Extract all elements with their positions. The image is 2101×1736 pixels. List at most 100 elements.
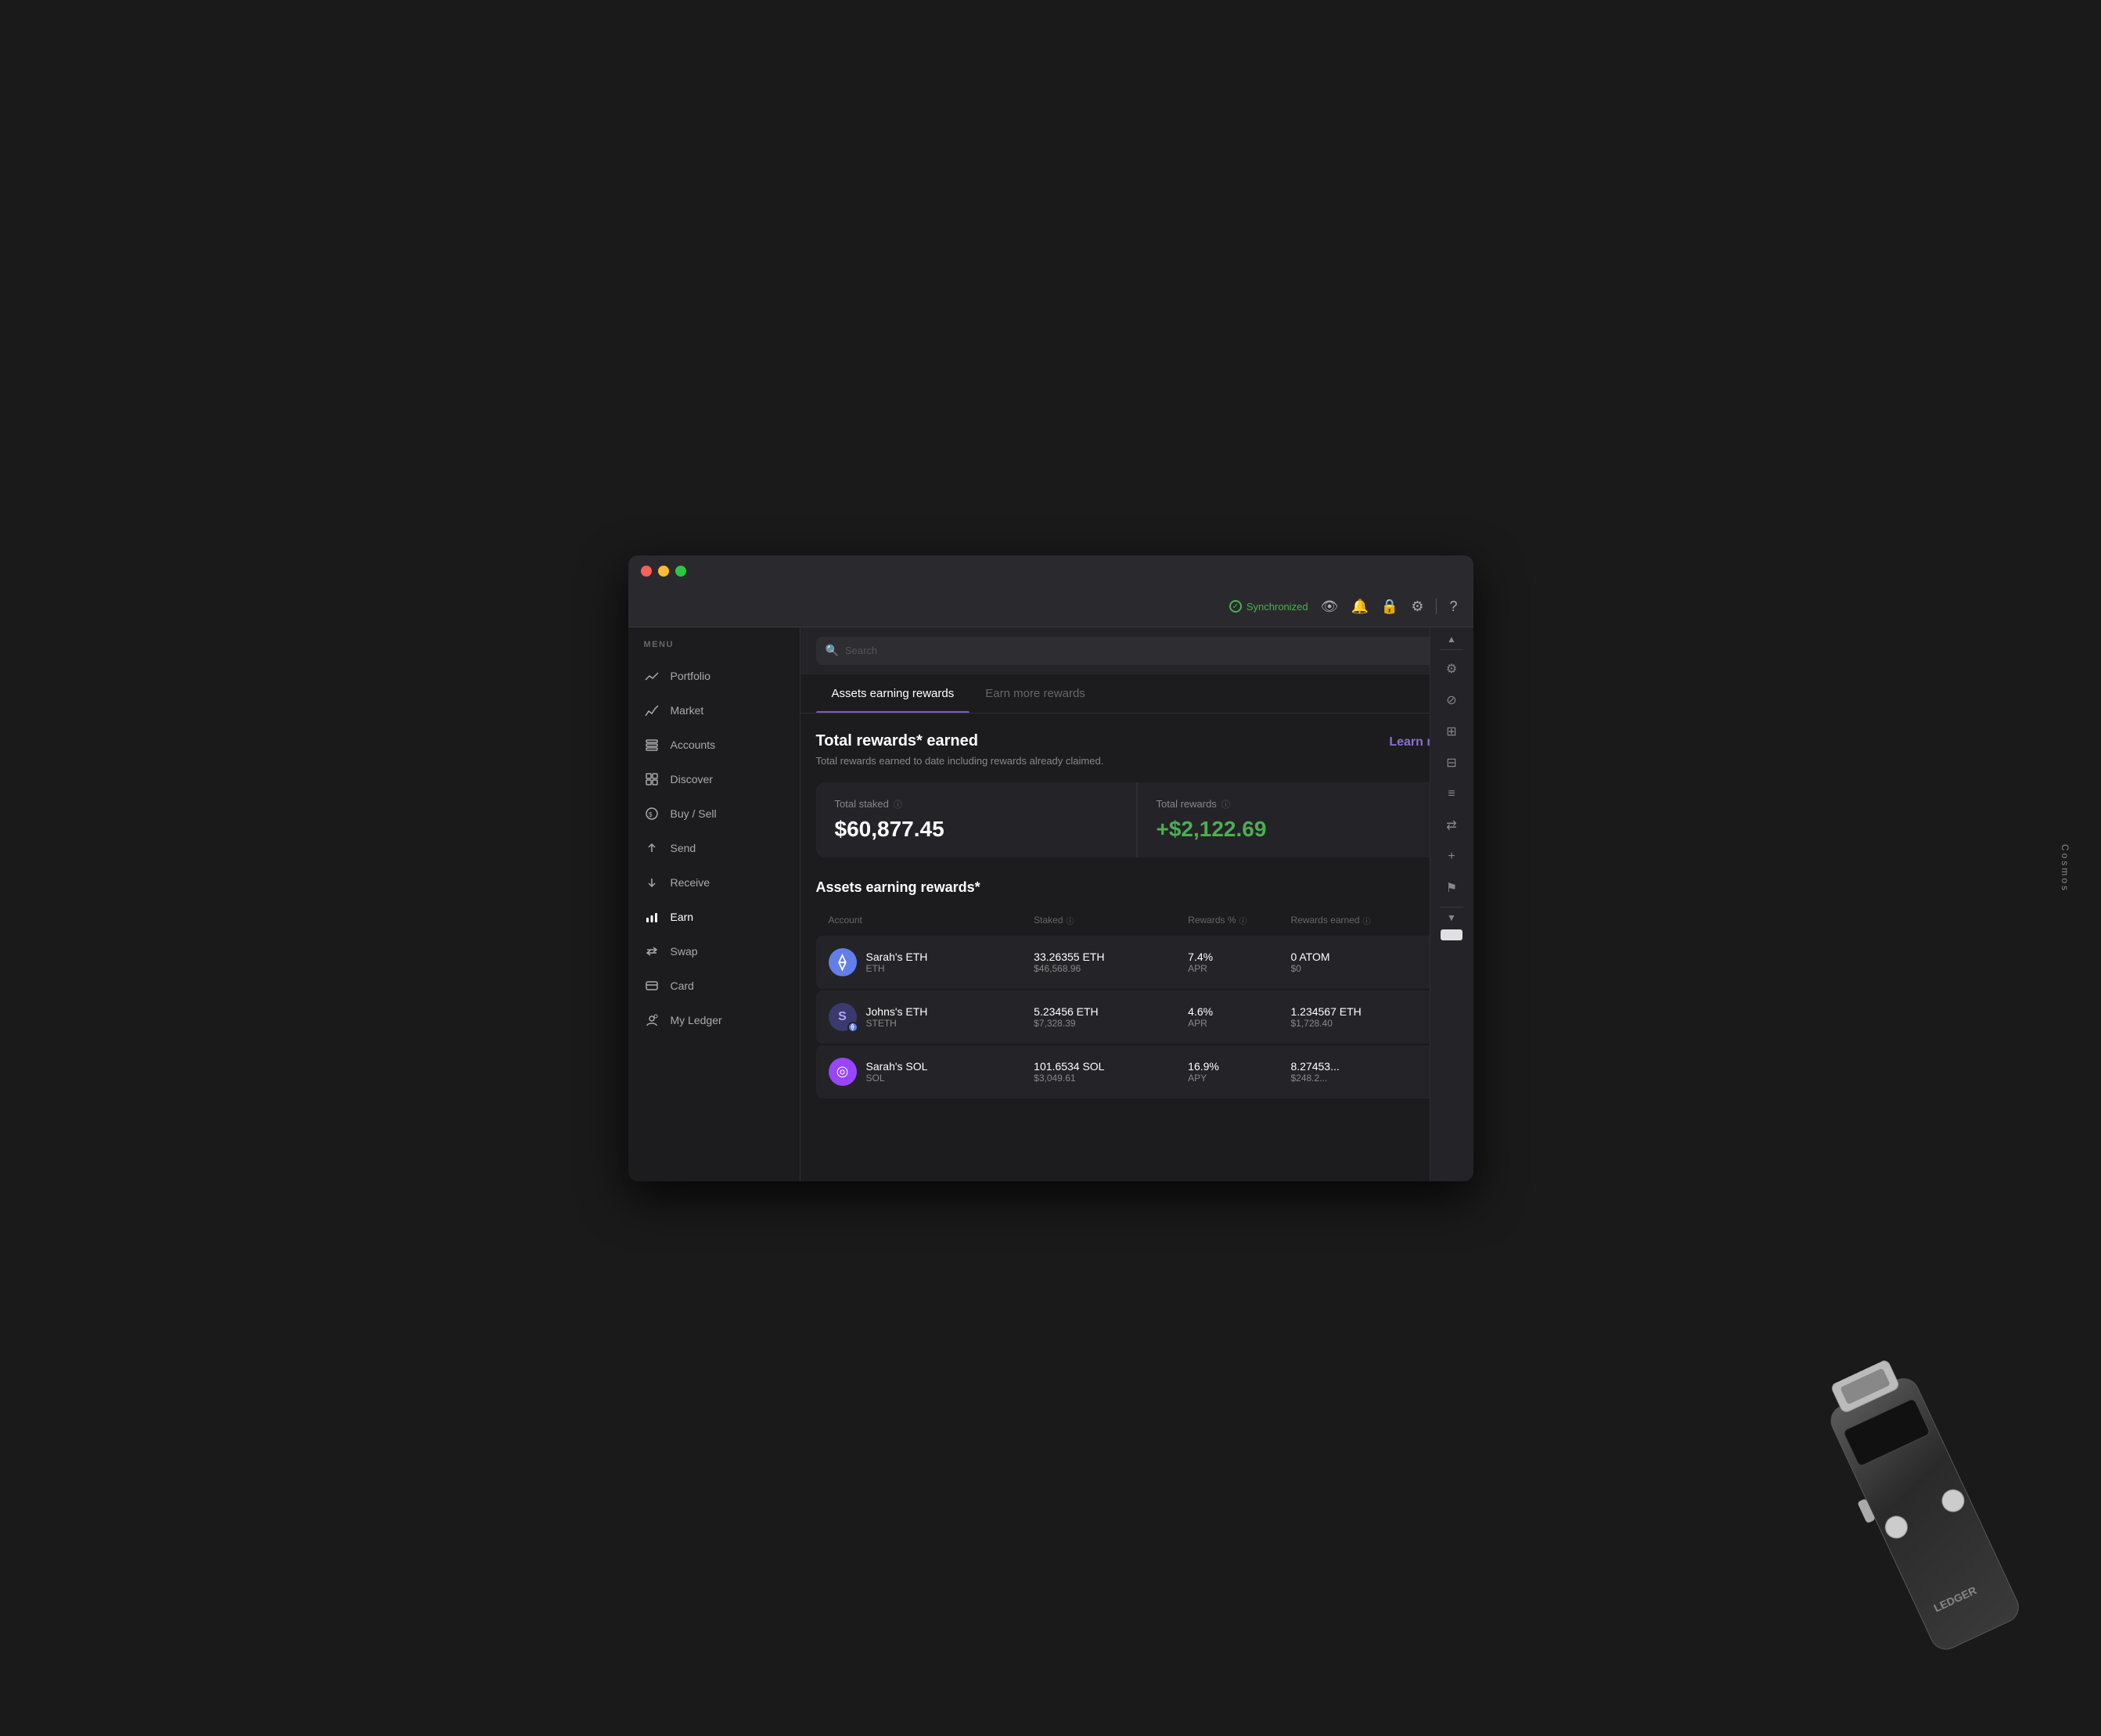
- sidebar-label-discover: Discover: [671, 773, 713, 785]
- stats-cards: Total staked ⓘ $60,877.45 Total rewards …: [816, 782, 1458, 857]
- sidebar-item-earn[interactable]: Earn: [628, 900, 800, 934]
- app-window: ✓ Synchronized 👁 🔔 🔒 ⚙ ? MENU Portfolio: [628, 555, 1473, 1181]
- info-icon-staked-col[interactable]: ⓘ: [1067, 915, 1074, 926]
- sidebar-item-accounts[interactable]: Accounts: [628, 728, 800, 762]
- asset-info-2: Sarah's SOL SOL: [866, 1060, 928, 1084]
- sidebar-label-receive: Receive: [671, 876, 711, 889]
- rectangle-icon[interactable]: [1441, 929, 1462, 940]
- sidebar-item-buy-sell[interactable]: $ Buy / Sell: [628, 796, 800, 831]
- table-row[interactable]: S ⟠ Johns's ETH STETH 5.23456 ETH $7,328…: [816, 990, 1458, 1044]
- tabs-container: Assets earning rewards Earn more rewards: [800, 674, 1473, 713]
- sidebar-item-receive[interactable]: Receive: [628, 865, 800, 900]
- ledger-device: LEDGER: [1759, 1326, 2098, 1720]
- rewards-header: Total rewards* earned Total rewards earn…: [816, 732, 1458, 767]
- table-row[interactable]: ⟠ Sarah's ETH ETH 33.26355 ETH $46,568.9…: [816, 936, 1458, 989]
- tab-assets-earning[interactable]: Assets earning rewards: [816, 674, 970, 713]
- th-rewards-earned: Rewards earned ⓘ: [1290, 915, 1444, 926]
- assets-table: Account Staked ⓘ Rewards % ⓘ Rewards ear…: [816, 908, 1458, 1098]
- info-icon-rewards[interactable]: ⓘ: [1221, 798, 1230, 810]
- help-icon[interactable]: ?: [1449, 598, 1457, 615]
- sidebar-item-card[interactable]: Card: [628, 969, 800, 1003]
- sync-icon: ✓: [1229, 600, 1242, 613]
- sidebar-item-discover[interactable]: Discover: [628, 762, 800, 796]
- th-rewards-pct: Rewards % ⓘ: [1188, 915, 1290, 926]
- rewards-earned-usd-2: $248.2...: [1290, 1073, 1444, 1084]
- discover-icon: [644, 771, 660, 787]
- rewards-earned-cell-1: 1.234567 ETH $1,728.40: [1290, 1005, 1444, 1029]
- top-icons: 👁 🔔 🔒 ⚙ ?: [1321, 598, 1458, 615]
- asset-name-2: Sarah's SOL: [866, 1060, 928, 1073]
- rewards-earned-1: 1.234567 ETH: [1290, 1005, 1444, 1018]
- gear-device-icon[interactable]: ⚙: [1437, 655, 1466, 683]
- sidebar-label-my-ledger: My Ledger: [671, 1014, 722, 1026]
- sidebar-item-send[interactable]: Send: [628, 831, 800, 865]
- accounts-icon: [644, 737, 660, 753]
- sidebar: MENU Portfolio Market: [628, 627, 800, 1181]
- bar-icon[interactable]: ≡: [1437, 780, 1466, 808]
- asset-ticker-0: ETH: [866, 963, 928, 974]
- divider: [1436, 598, 1437, 614]
- flag-icon[interactable]: ⚑: [1437, 874, 1466, 902]
- rewards-earned-2: 8.27453...: [1290, 1060, 1444, 1073]
- rewards-pct-1: 4.6%: [1188, 1005, 1290, 1018]
- asset-cell-2: ◎ Sarah's SOL SOL: [829, 1058, 1034, 1086]
- slash-icon[interactable]: ⊘: [1437, 686, 1466, 714]
- maximize-button[interactable]: [675, 566, 686, 577]
- grid-icon[interactable]: ⊞: [1437, 717, 1466, 746]
- sidebar-label-card: Card: [671, 979, 694, 992]
- sidebar-label-earn: Earn: [671, 911, 694, 923]
- asset-name-1: Johns's ETH: [866, 1005, 928, 1018]
- exchange-icon[interactable]: ⇄: [1437, 811, 1466, 839]
- sidebar-label-buy-sell: Buy / Sell: [671, 807, 717, 820]
- th-account: Account: [829, 915, 1034, 926]
- sidebar-label-swap: Swap: [671, 945, 698, 958]
- top-bar: ✓ Synchronized 👁 🔔 🔒 ⚙ ?: [628, 587, 1473, 627]
- main-layout: MENU Portfolio Market: [628, 627, 1473, 1181]
- rewards-type-2: APY: [1188, 1073, 1290, 1084]
- chevron-up-icon[interactable]: ▲: [1447, 634, 1456, 645]
- rewards-earned-usd-1: $1,728.40: [1290, 1018, 1444, 1029]
- assets-section-title: Assets earning rewards*: [816, 879, 1458, 896]
- chevron-down-icon[interactable]: ▼: [1447, 912, 1456, 923]
- lock-icon[interactable]: 🔒: [1381, 598, 1398, 615]
- rewards-pct-cell-0: 7.4% APR: [1188, 951, 1290, 974]
- search-bar-area: 🔍 Search: [800, 627, 1473, 674]
- table-header: Account Staked ⓘ Rewards % ⓘ Rewards ear…: [816, 908, 1458, 933]
- rewards-earned-cell-2: 8.27453... $248.2...: [1290, 1060, 1444, 1084]
- tab-earn-more-label: Earn more rewards: [985, 687, 1085, 700]
- tab-assets-earning-label: Assets earning rewards: [832, 687, 955, 700]
- sidebar-item-market[interactable]: Market: [628, 693, 800, 728]
- staked-amount-0: 33.26355 ETH: [1034, 951, 1188, 963]
- tab-earn-more[interactable]: Earn more rewards: [970, 674, 1101, 713]
- asset-icon-sol: ◎: [829, 1058, 857, 1086]
- sidebar-item-swap[interactable]: Swap: [628, 934, 800, 969]
- traffic-lights: [641, 566, 686, 577]
- staked-amount-1: 5.23456 ETH: [1034, 1005, 1188, 1018]
- staked-cell-2: 101.6534 SOL $3,049.61: [1034, 1060, 1188, 1084]
- close-button[interactable]: [641, 566, 652, 577]
- info-icon-staked[interactable]: ⓘ: [894, 798, 902, 810]
- rewards-pct-0: 7.4%: [1188, 951, 1290, 963]
- staked-usd-2: $3,049.61: [1034, 1073, 1188, 1084]
- minimize-button[interactable]: [658, 566, 669, 577]
- asset-info-1: Johns's ETH STETH: [866, 1005, 928, 1029]
- divider-top: [1440, 649, 1463, 650]
- info-icon-rewards-earned[interactable]: ⓘ: [1363, 915, 1371, 926]
- bell-icon[interactable]: 🔔: [1351, 598, 1369, 615]
- sync-label: Synchronized: [1247, 601, 1308, 613]
- svg-text:$: $: [649, 811, 653, 818]
- eye-icon[interactable]: 👁: [1321, 598, 1339, 615]
- receive-icon: [644, 875, 660, 890]
- info-icon-rewards-pct[interactable]: ⓘ: [1239, 915, 1247, 926]
- view-icon[interactable]: ⊟: [1437, 749, 1466, 777]
- sync-indicator: ✓ Synchronized: [1229, 600, 1308, 613]
- sidebar-item-portfolio[interactable]: Portfolio: [628, 659, 800, 693]
- staked-cell-0: 33.26355 ETH $46,568.96: [1034, 951, 1188, 974]
- sidebar-item-my-ledger[interactable]: My Ledger: [628, 1003, 800, 1037]
- rewards-subtitle: Total rewards earned to date including r…: [816, 755, 1104, 767]
- plus-icon[interactable]: +: [1437, 843, 1466, 871]
- gear-icon[interactable]: ⚙: [1411, 598, 1423, 615]
- table-row[interactable]: ◎ Sarah's SOL SOL 101.6534 SOL $3,049.61…: [816, 1045, 1458, 1098]
- search-bar[interactable]: 🔍 Search: [816, 637, 1458, 665]
- sidebar-label-send: Send: [671, 842, 696, 854]
